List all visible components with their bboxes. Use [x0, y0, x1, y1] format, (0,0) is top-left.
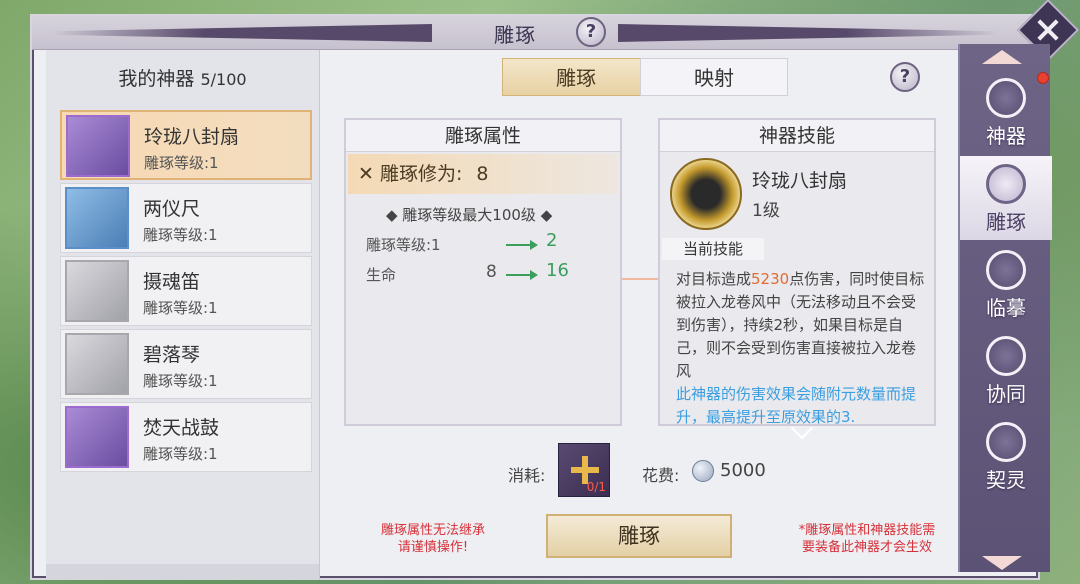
skill-desc-pre: 对目标造成: [676, 270, 752, 288]
ruler-artifact-icon: [65, 187, 129, 249]
nav-label: 雕琢: [986, 210, 1026, 234]
artifact-level: 雕琢等级:1: [144, 154, 219, 172]
skill-name: 玲珑八封扇: [752, 170, 848, 192]
artifact-level: 雕琢等级:1: [143, 372, 218, 390]
fee-label: 花费:: [642, 466, 680, 485]
title-ornament-right: [618, 24, 998, 42]
title-ornament-left: [52, 24, 432, 42]
arrow-icon: [506, 270, 538, 280]
notification-dot: [1037, 72, 1049, 84]
artifact-name: 摄魂笛: [143, 271, 201, 293]
panel-help-icon[interactable]: ?: [890, 62, 920, 92]
artifact-list-title-text: 我的神器: [118, 68, 195, 90]
title-bar: 雕琢 ?: [32, 16, 1038, 50]
skill-damage-value: 5230: [751, 270, 790, 288]
copy-icon: [986, 250, 1026, 290]
carve-attribute-panel: 雕琢属性 ✕ 雕琢修为: 8 ◆ 雕琢等级最大100级 ◆ 雕琢等级:1 2 生…: [344, 118, 622, 426]
artifact-icon: [986, 78, 1026, 118]
arrow-icon: [506, 240, 538, 250]
consume-label: 消耗:: [508, 466, 546, 485]
artifact-list-item[interactable]: 焚天战鼓 雕琢等级:1: [60, 402, 312, 472]
nav-scroll-down-icon[interactable]: [982, 556, 1022, 570]
current-skill-label: 当前技能: [662, 238, 764, 260]
panel-connector: [622, 278, 660, 280]
artifact-name: 焚天战鼓: [143, 417, 220, 439]
silver-coin-icon: [692, 460, 714, 482]
artifact-list-title: 我的神器 5/100: [46, 50, 319, 108]
fee-value: 5000: [720, 460, 766, 481]
material-item-slot[interactable]: 0/1: [558, 443, 610, 497]
nav-label: 契灵: [986, 468, 1026, 492]
right-navigation: 神器 雕琢 临摹 协同 契灵: [958, 44, 1052, 572]
flute-artifact-icon: [65, 260, 129, 322]
tab-carve[interactable]: 雕琢: [502, 58, 650, 96]
cultivation-value: 8: [476, 163, 489, 185]
artifact-list-item[interactable]: 两仪尺 雕琢等级:1: [60, 183, 312, 253]
artifact-level: 雕琢等级:1: [143, 445, 218, 463]
artifact-level: 雕琢等级:1: [143, 226, 218, 244]
attr-row-label: 生命: [366, 266, 397, 284]
drum-artifact-icon: [65, 406, 129, 468]
cultivation-row: ✕ 雕琢修为: 8: [348, 154, 618, 194]
fan-artifact-icon: [66, 115, 130, 177]
nav-copy[interactable]: 临摹: [960, 242, 1052, 326]
skill-panel-title: 神器技能: [660, 120, 934, 152]
artifact-name: 碧落琴: [143, 344, 201, 366]
carve-button[interactable]: 雕琢: [546, 514, 732, 558]
crossed-blades-icon: ✕: [358, 163, 374, 185]
attr-row-label: 雕琢等级:1: [366, 236, 441, 254]
window-title: 雕琢: [494, 23, 536, 47]
tab-mapping[interactable]: 映射: [640, 58, 788, 96]
main-window: 雕琢 ? 我的神器 5/100 玲珑八封扇 雕琢等级:1 两仪尺 雕琢等级:1 …: [30, 14, 1040, 580]
spirit-icon: [986, 422, 1026, 462]
nav-spirit[interactable]: 契灵: [960, 414, 1052, 498]
artifact-skill-panel: 神器技能 玲珑八封扇 1级 当前技能 对目标造成5230点伤害，同时使目标被拉入…: [658, 118, 936, 426]
nav-carve[interactable]: 雕琢: [960, 156, 1052, 240]
fan-skill-icon: [670, 158, 742, 230]
nav-label: 神器: [986, 124, 1026, 148]
list-scroll-footer: [46, 564, 319, 580]
skill-description: 对目标造成5230点伤害，同时使目标被拉入龙卷风中（无法移动且不会受到伤害），持…: [676, 268, 926, 426]
artifact-list-panel: 我的神器 5/100 玲珑八封扇 雕琢等级:1 两仪尺 雕琢等级:1 摄魂笛 雕…: [46, 50, 320, 580]
attr-row-old-value: 8: [486, 262, 497, 282]
nav-synergy[interactable]: 协同: [960, 328, 1052, 412]
max-level-text: ◆ 雕琢等级最大100级 ◆: [386, 206, 553, 224]
attr-row-new-value: 16: [546, 260, 569, 281]
carve-icon: [986, 164, 1026, 204]
skill-level: 1级: [752, 201, 780, 221]
artifact-name: 两仪尺: [143, 198, 201, 220]
artifact-count: 5/100: [200, 70, 247, 89]
irreversible-warning: 雕琢属性无法继承 请谨慎操作!: [380, 523, 485, 555]
skill-desc-scaling: 此神器的伤害效果会随附元数量而提升，最高提升至原效果的3.: [676, 385, 917, 426]
attribute-panel-title: 雕琢属性: [346, 120, 620, 152]
material-quantity: 0/1: [586, 480, 606, 494]
nav-label: 协同: [986, 382, 1026, 406]
crossed-swords-icon: [986, 336, 1026, 376]
attr-row-new-value: 2: [546, 230, 558, 251]
artifact-list-item[interactable]: 摄魂笛 雕琢等级:1: [60, 256, 312, 326]
title-help-icon[interactable]: ?: [576, 17, 606, 47]
nav-scroll-up-icon[interactable]: [982, 50, 1022, 64]
artifact-list-item[interactable]: 玲珑八封扇 雕琢等级:1: [60, 110, 312, 180]
zither-artifact-icon: [65, 333, 129, 395]
equip-requirement-note: *雕琢属性和神器技能需 要装备此神器才会生效: [798, 523, 936, 555]
artifact-list-item[interactable]: 碧落琴 雕琢等级:1: [60, 329, 312, 399]
nav-label: 临摹: [986, 296, 1026, 320]
artifact-level: 雕琢等级:1: [143, 299, 218, 317]
artifact-name: 玲珑八封扇: [144, 126, 240, 148]
cultivation-label: 雕琢修为:: [379, 163, 463, 185]
